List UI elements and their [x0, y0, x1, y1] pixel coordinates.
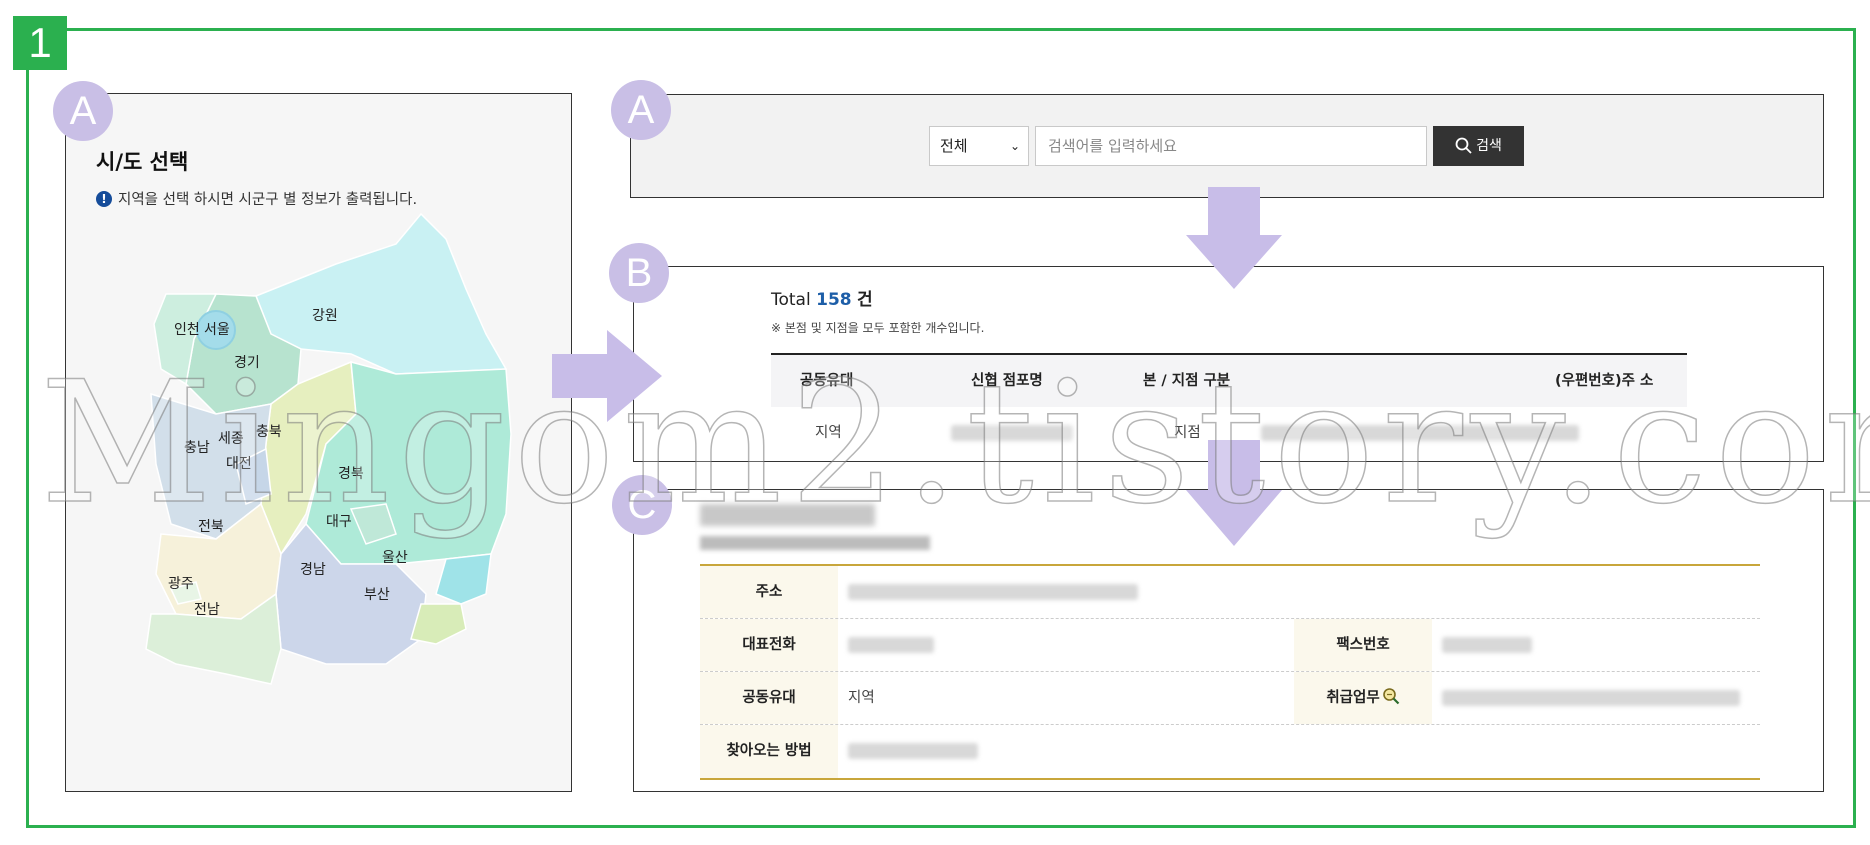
info-row-directions: 찾아오는 방법: [700, 725, 1760, 778]
region-label-gyeongnam: 경남: [300, 562, 326, 578]
column-address: (우편번호)주 소: [1555, 373, 1654, 389]
region-label-gyeonggi: 경기: [234, 355, 260, 371]
total-count: 158: [816, 290, 852, 310]
total-note: ※ 본점 및 지점을 모두 포함한 개수입니다.: [771, 321, 985, 335]
region-map-panel: 인천 서울 강원 경기 세종 충북 충남 대전 경북 전북 대구 울산 경남 광…: [65, 93, 572, 792]
total-unit: 건: [857, 290, 873, 310]
region-busan[interactable]: [410, 603, 467, 645]
search-icon: [1455, 137, 1472, 154]
info-row-bond: 공동유대 지역 취급업무: [700, 672, 1760, 725]
region-label-jeonbuk: 전북: [198, 519, 224, 535]
branch-name-redacted: [700, 504, 875, 526]
address-value-redacted: [848, 566, 1138, 618]
arrow-search-to-results: [1186, 187, 1282, 289]
results-panel: Total 158 건 ※ 본점 및 지점을 모두 포함한 개수입니다. 공동유…: [633, 266, 1824, 462]
region-label-sejong: 세종: [218, 431, 244, 447]
info-row-phone: 대표전화 팩스번호: [700, 619, 1760, 672]
row-bond: 지역: [815, 425, 842, 441]
branch-subtitle-redacted: [700, 536, 930, 550]
info-row-address: 주소: [700, 566, 1760, 619]
bond-label: 공동유대: [700, 672, 838, 724]
marker-c-detail: C: [612, 475, 672, 535]
search-scope-select[interactable]: 전체 ⌄: [929, 126, 1029, 166]
total-prefix: Total: [771, 290, 811, 310]
fax-value-redacted: [1442, 619, 1532, 671]
column-bond: 공동유대: [800, 373, 854, 389]
services-value-redacted: [1442, 672, 1740, 724]
services-label-text: 취급업무: [1326, 690, 1380, 706]
arrow-map-to-results: [552, 330, 662, 422]
region-label-gangwon: 강원: [312, 308, 338, 324]
search-button[interactable]: 검색: [1433, 126, 1524, 166]
marker-a-map: A: [53, 81, 113, 141]
row-address-redacted: [1261, 407, 1579, 459]
region-label-chungbuk: 충북: [256, 424, 282, 440]
address-label: 주소: [700, 566, 838, 618]
search-scope-value: 전체: [940, 137, 968, 155]
exclamation-circle-icon: !: [96, 190, 112, 207]
fax-label: 팩스번호: [1294, 619, 1432, 671]
region-label-jeonnam: 전남: [194, 602, 220, 618]
region-label-chungnam: 충남: [184, 440, 210, 456]
phone-label: 대표전화: [700, 619, 838, 671]
region-label-gwangju: 광주: [168, 576, 194, 592]
column-branch-type: 본 / 지점 구분: [1143, 373, 1231, 389]
region-label-incheon: 인천: [174, 322, 200, 338]
map-info-text: 지역을 선택 하시면 시군구 별 정보가 출력됩니다.: [118, 192, 418, 208]
marker-b-results: B: [609, 243, 669, 303]
branch-info-table: 주소 대표전화 팩스번호 공동유대 지역 취급업무 찾아오는 방법: [700, 564, 1760, 780]
magnifier-icon[interactable]: [1382, 687, 1400, 705]
column-branch-name: 신협 점포명: [971, 373, 1043, 389]
marker-a-search: A: [611, 80, 671, 140]
search-button-label: 검색: [1476, 138, 1502, 154]
chevron-down-icon: ⌄: [1009, 139, 1020, 153]
region-label-busan: 부산: [364, 587, 390, 603]
directions-label: 찾아오는 방법: [700, 725, 838, 778]
region-label-seoul: 서울: [204, 322, 230, 338]
map-title: 시/도 선택: [96, 150, 189, 174]
services-label[interactable]: 취급업무: [1294, 672, 1432, 724]
search-input[interactable]: 검색어를 입력하세요: [1035, 126, 1427, 166]
row-branch-name-redacted[interactable]: [951, 407, 1073, 459]
bond-value: 지역: [848, 690, 875, 706]
table-header: 공동유대 신협 점포명 본 / 지점 구분 (우편번호)주 소: [771, 355, 1687, 407]
total-count-line: Total 158 건: [771, 285, 873, 310]
region-ulsan[interactable]: [435, 553, 492, 605]
region-label-daejeon: 대전: [226, 456, 252, 472]
directions-value-redacted: [848, 725, 978, 778]
phone-value-redacted: [848, 619, 934, 671]
region-label-gyeongbuk: 경북: [338, 466, 364, 482]
region-label-daegu: 대구: [326, 514, 352, 530]
search-panel: 전체 ⌄ 검색어를 입력하세요 검색: [630, 94, 1824, 198]
arrow-results-to-detail: [1186, 440, 1282, 546]
region-label-ulsan: 울산: [382, 550, 408, 566]
step-badge: 1: [13, 16, 67, 70]
map-info-message: ! 지역을 선택 하시면 시군구 별 정보가 출력됩니다.: [96, 188, 417, 209]
